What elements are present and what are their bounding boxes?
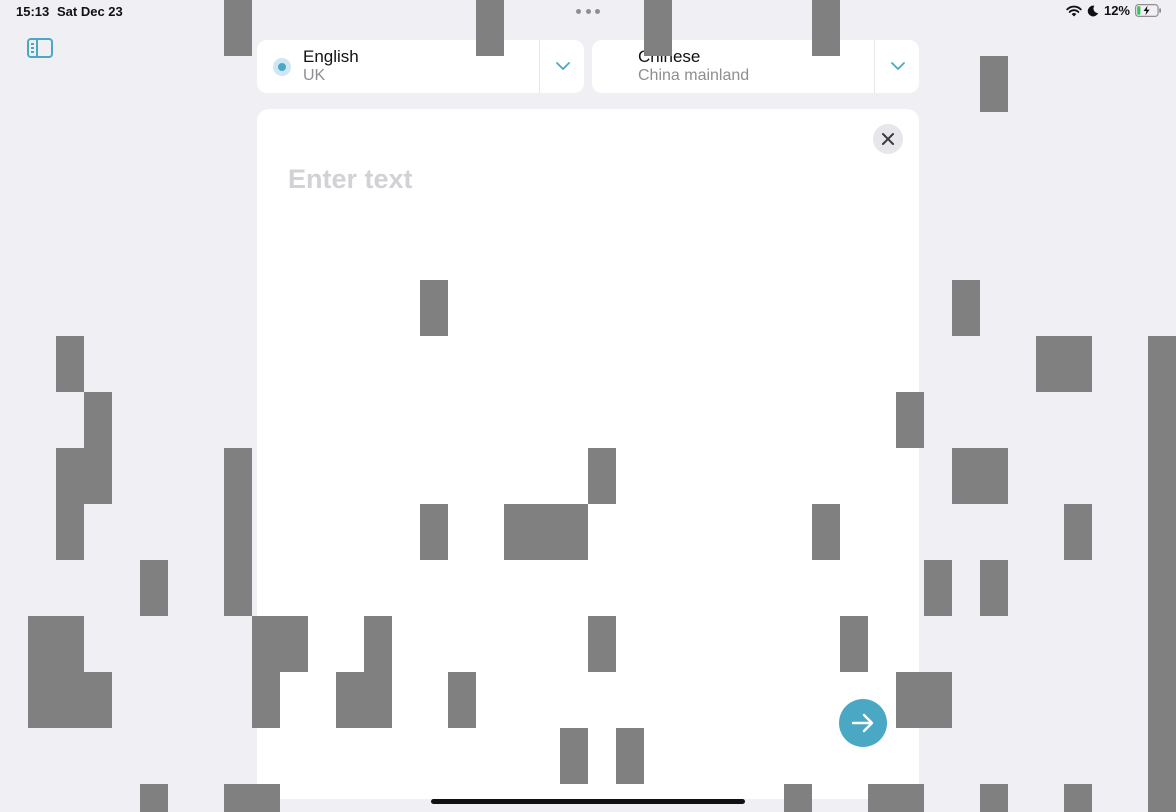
source-language-region: UK bbox=[303, 67, 326, 84]
status-bar: 15:13 Sat Dec 23 12% bbox=[0, 0, 1176, 24]
home-indicator[interactable] bbox=[431, 799, 745, 804]
redaction-block bbox=[56, 504, 84, 560]
redaction-block bbox=[1064, 504, 1092, 560]
redaction-block bbox=[84, 672, 112, 728]
target-language-dropdown-button[interactable] bbox=[874, 40, 919, 93]
target-language-region: China mainland bbox=[638, 67, 750, 84]
redaction-block bbox=[28, 616, 84, 728]
wifi-icon bbox=[1066, 5, 1082, 17]
target-language-selector[interactable]: Chinese China mainland bbox=[592, 40, 874, 93]
redaction-block bbox=[980, 784, 1008, 812]
chevron-down-icon bbox=[556, 62, 570, 70]
redaction-block bbox=[56, 336, 84, 392]
redaction-block bbox=[924, 560, 952, 616]
sidebar-icon[interactable] bbox=[27, 38, 53, 58]
status-time: 15:13 bbox=[16, 4, 50, 19]
translation-input-card bbox=[257, 109, 919, 799]
redaction-block bbox=[952, 280, 980, 336]
redaction-block bbox=[224, 448, 252, 616]
multitasking-dots-icon[interactable] bbox=[576, 9, 600, 15]
redaction-block bbox=[952, 448, 1008, 504]
battery-percentage: 12% bbox=[1103, 3, 1130, 18]
arrow-right-icon bbox=[851, 713, 874, 733]
status-date: Sat Dec 23 bbox=[57, 4, 123, 19]
source-language-dropdown-button[interactable] bbox=[539, 40, 584, 93]
redaction-block bbox=[1036, 336, 1092, 392]
translate-button[interactable] bbox=[839, 699, 887, 747]
redaction-block bbox=[1148, 336, 1176, 812]
redaction-block bbox=[140, 560, 168, 616]
target-language-name: Chinese bbox=[638, 47, 701, 66]
source-language-name: English bbox=[303, 47, 359, 66]
redaction-block bbox=[140, 784, 168, 812]
redaction-block bbox=[84, 392, 112, 448]
source-language-selector[interactable]: English UK bbox=[257, 40, 539, 93]
redaction-block bbox=[56, 448, 112, 504]
source-indicator-icon bbox=[273, 58, 291, 76]
chevron-down-icon bbox=[891, 62, 905, 70]
close-icon bbox=[882, 133, 894, 145]
text-input[interactable] bbox=[288, 159, 808, 199]
redaction-block bbox=[980, 560, 1008, 616]
target-language-picker[interactable]: Chinese China mainland bbox=[592, 40, 919, 93]
status-indicators: 12% bbox=[1066, 3, 1162, 18]
source-language-picker[interactable]: English UK bbox=[257, 40, 584, 93]
redaction-block bbox=[980, 56, 1008, 112]
redaction-block bbox=[1064, 784, 1092, 812]
battery-charging-icon bbox=[1135, 4, 1162, 17]
moon-icon bbox=[1087, 5, 1099, 17]
clear-button[interactable] bbox=[873, 124, 903, 154]
